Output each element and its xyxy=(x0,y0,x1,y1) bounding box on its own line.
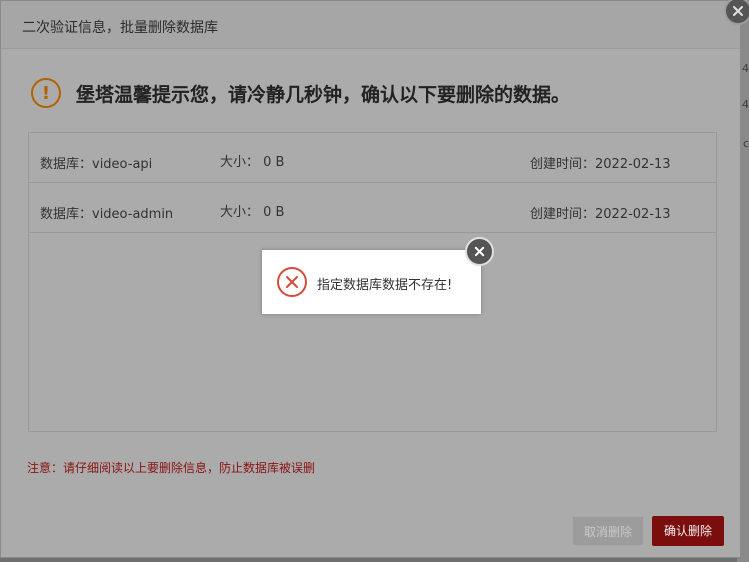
toast-close-button[interactable] xyxy=(465,237,494,266)
background-text: c xyxy=(742,137,749,150)
close-icon xyxy=(474,246,485,257)
dialog-title: 二次验证信息，批量删除数据库 xyxy=(1,1,740,49)
close-icon xyxy=(733,6,743,16)
delete-note: 注意：请仔细阅读以上要删除信息，防止数据库被误删 xyxy=(27,461,316,475)
exclamation-circle-icon: ! xyxy=(31,78,61,108)
warning-row: ! 堡塔温馨提示您，请冷静几秒钟，确认以下要删除的数据。 xyxy=(31,78,570,108)
background-text: 4 xyxy=(742,62,749,75)
database-size: 大小： 0 B xyxy=(220,155,285,170)
x-circle-icon xyxy=(277,267,307,297)
cancel-delete-button[interactable]: 取消删除 xyxy=(572,516,644,546)
database-created: 创建时间：2022-02-13 xyxy=(530,157,671,172)
dialog-close-button[interactable] xyxy=(724,0,749,25)
database-name: 数据库：video-admin xyxy=(40,207,174,222)
list-item: 数据库：video-admin 大小： 0 B 创建时间：2022-02-13 xyxy=(29,183,716,233)
list-item: 数据库：video-api 大小： 0 B 创建时间：2022-02-13 xyxy=(29,133,716,183)
background-text: 4 xyxy=(742,98,749,111)
database-size: 大小： 0 B xyxy=(220,205,285,220)
database-name: 数据库：video-api xyxy=(40,157,153,172)
warning-text: 堡塔温馨提示您，请冷静几秒钟，确认以下要删除的数据。 xyxy=(76,83,571,106)
toast-message: 指定数据库数据不存在! xyxy=(317,278,453,293)
error-toast: 指定数据库数据不存在! xyxy=(262,250,481,314)
database-created: 创建时间：2022-02-13 xyxy=(530,207,671,222)
confirm-delete-button[interactable]: 确认删除 xyxy=(652,516,724,546)
